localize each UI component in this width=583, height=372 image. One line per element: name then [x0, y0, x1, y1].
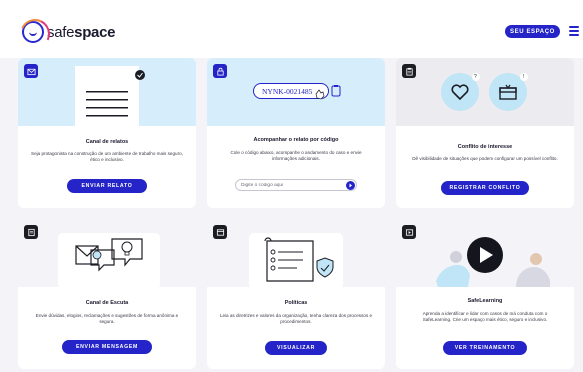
code-input[interactable]: [241, 181, 341, 190]
visualizar-button[interactable]: VISUALIZAR: [265, 341, 327, 355]
enviar-mensagem-button[interactable]: ENVIAR MENSAGEM: [62, 340, 152, 354]
card-banner: [18, 219, 196, 289]
safespace-logo[interactable]: safespace: [22, 21, 116, 43]
card-canal-de-relatos: Canal de relatos Seja protagonista na co…: [18, 58, 196, 208]
card-banner: NYNK-0021485: [207, 58, 385, 126]
card-title: Conflito de interesse: [457, 144, 513, 150]
enviar-relato-button[interactable]: ENVIAR RELATO: [67, 179, 147, 193]
card-banner: [396, 219, 574, 287]
training-video-thumbnail: [396, 219, 574, 287]
window-icon: [213, 225, 227, 239]
header: safespace SEU ESPAÇO: [0, 0, 583, 58]
card-politicas: Políticas Leia as diretrizes e valores d…: [207, 219, 385, 369]
card-acompanhar-relato: NYNK-0021485 Acompanhar o relato por cód…: [207, 58, 385, 208]
card-description: Dê visibilidade de situações que podem c…: [412, 156, 558, 161]
card-conflito-de-interesse: ? ! Conflito de interesse Dê visibilidad…: [396, 58, 574, 208]
logo-mark-icon: [22, 21, 44, 43]
card-title: Acompanhar o relato por código: [253, 137, 339, 143]
card-title: Canal de Escuta: [85, 300, 129, 306]
logo-text-light: safe: [47, 23, 75, 41]
seu-espaco-button[interactable]: SEU ESPAÇO: [505, 25, 560, 38]
exclamation-mark: !: [523, 73, 525, 80]
card-title: Canal de relatos: [85, 139, 129, 145]
logo-text-bold: space: [74, 23, 116, 41]
card-description: Envie dúvidas, elogios, reclamações e su…: [35, 313, 179, 325]
registrar-conflito-button[interactable]: REGISTRAR CONFLITO: [441, 181, 529, 195]
video-icon: [402, 225, 416, 239]
hamburger-icon[interactable]: [569, 26, 579, 36]
card-title: SafeLearning: [467, 298, 503, 304]
speech-bubbles-illustration: [58, 233, 160, 289]
clipboard-icon: [402, 64, 416, 78]
card-banner: [207, 219, 385, 289]
submit-code-button[interactable]: [346, 181, 355, 190]
card-safelearning: SafeLearning Aprenda a identificar e lid…: [396, 219, 574, 369]
mail-icon: [24, 64, 38, 78]
card-description: Aprenda a identificar e lidar com casos …: [422, 311, 548, 323]
list-icon: [24, 225, 38, 239]
lock-icon: [213, 64, 227, 78]
card-canal-de-escuta: Canal de Escuta Envie dúvidas, elogios, …: [18, 219, 196, 369]
card-description: Seja protagonista na construção de um am…: [31, 151, 183, 163]
question-mark: ?: [474, 73, 477, 80]
card-description: Leia as diretrizes e valores da organiza…: [219, 313, 373, 325]
card-banner: ? !: [396, 58, 574, 126]
envelope-illustration: [75, 66, 145, 126]
card-title: Políticas: [284, 300, 308, 306]
ver-treinamento-button[interactable]: VER TREINAMENTO: [443, 341, 527, 355]
policy-document-illustration: [249, 233, 343, 289]
card-description: Cole o código abaixo, acompanhe o andame…: [230, 150, 362, 162]
arrow-right-icon: [349, 183, 352, 188]
conflict-illustration: [441, 73, 528, 111]
card-banner: [18, 58, 196, 126]
code-field[interactable]: [235, 179, 357, 191]
